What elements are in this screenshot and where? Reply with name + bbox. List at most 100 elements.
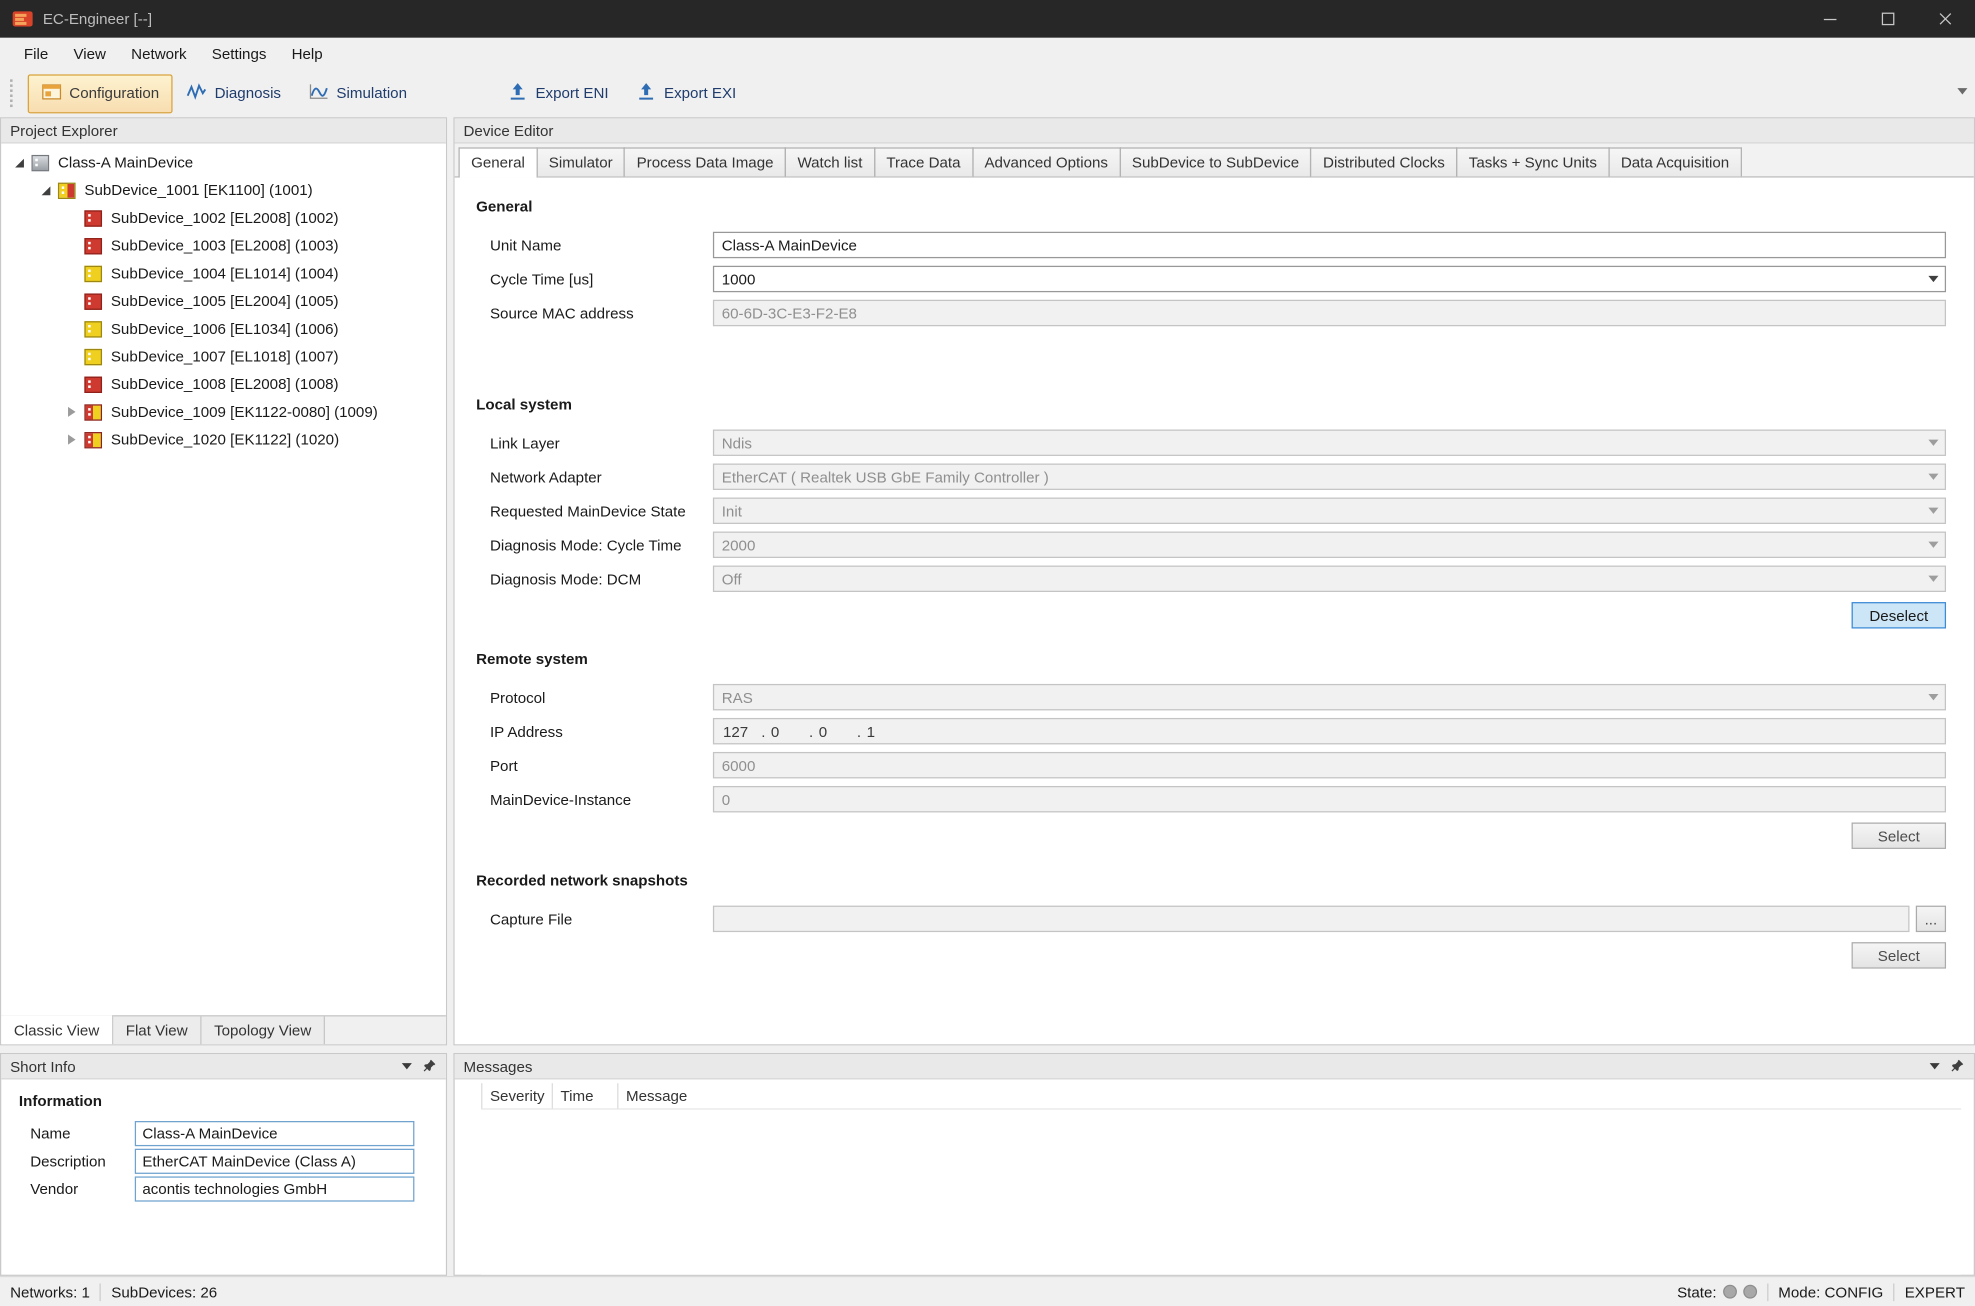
- tab-simulator[interactable]: Simulator: [536, 147, 625, 176]
- ip-separator: .: [756, 722, 771, 740]
- tab-classic-view[interactable]: Classic View: [1, 1015, 113, 1044]
- window-controls: [1801, 0, 1975, 38]
- diag-dcm-dropdown: Off: [713, 566, 1946, 592]
- port-input: [713, 752, 1946, 778]
- tree-item-subdevice-1008[interactable]: SubDevice_1008 [EL2008] (1008): [1, 370, 446, 398]
- source-mac-row: Source MAC address: [476, 296, 1946, 330]
- tree-item-subdevice-1005[interactable]: SubDevice_1005 [EL2004] (1005): [1, 287, 446, 315]
- ip-octet-1: 127: [723, 722, 756, 740]
- messages-header: Messages: [455, 1054, 1974, 1079]
- column-time[interactable]: Time: [553, 1083, 618, 1108]
- menu-bar: File View Network Settings Help: [0, 38, 1975, 69]
- requested-state-row: Requested MainDevice State Init: [476, 494, 1946, 528]
- link-layer-row: Link Layer Ndis: [476, 426, 1946, 460]
- mode-indicator: Mode: CONFIG: [1778, 1283, 1883, 1301]
- requested-state-dropdown: Init: [713, 498, 1946, 524]
- menu-network[interactable]: Network: [119, 38, 200, 69]
- diagnosis-label: Diagnosis: [215, 84, 281, 102]
- expander-spacer: [62, 346, 82, 366]
- tree-item-maindevice[interactable]: Class-A MainDevice: [1, 149, 446, 177]
- toolbar-grip[interactable]: [10, 79, 15, 107]
- cycle-time-dropdown[interactable]: 1000: [713, 266, 1946, 292]
- remote-select-button[interactable]: Select: [1852, 822, 1946, 848]
- tree-item-subdevice-1004[interactable]: SubDevice_1004 [EL1014] (1004): [1, 259, 446, 287]
- pin-icon[interactable]: [1951, 1057, 1965, 1075]
- tree-item-subdevice-1002[interactable]: SubDevice_1002 [EL2008] (1002): [1, 204, 446, 232]
- configuration-button[interactable]: Configuration: [28, 74, 173, 113]
- horizontal-splitter[interactable]: [0, 1045, 447, 1053]
- expert-indicator: EXPERT: [1905, 1283, 1965, 1301]
- tab-topology-view[interactable]: Topology View: [201, 1016, 325, 1044]
- tree-item-subdevice-1006[interactable]: SubDevice_1006 [EL1034] (1006): [1, 315, 446, 343]
- chevron-down-icon: [1928, 542, 1938, 548]
- tab-trace-data[interactable]: Trace Data: [874, 147, 973, 176]
- tab-flat-view[interactable]: Flat View: [113, 1016, 201, 1044]
- close-button[interactable]: [1917, 0, 1975, 38]
- tab-process-data-image[interactable]: Process Data Image: [624, 147, 786, 176]
- vendor-input[interactable]: [135, 1176, 415, 1201]
- unit-name-row: Unit Name: [476, 228, 1946, 262]
- tree-item-label: SubDevice_1001 [EK1100] (1001): [83, 181, 313, 199]
- tree-item-subdevice-1001[interactable]: SubDevice_1001 [EK1100] (1001): [1, 176, 446, 204]
- right-column: Device Editor General Simulator Process …: [453, 117, 1975, 1276]
- chevron-down-icon[interactable]: [402, 1063, 412, 1069]
- menu-view[interactable]: View: [61, 38, 119, 69]
- tree-item-subdevice-1007[interactable]: SubDevice_1007 [EL1018] (1007): [1, 343, 446, 371]
- title-bar: EC-Engineer [--]: [0, 0, 1975, 38]
- tab-general[interactable]: General: [458, 147, 537, 177]
- export-eni-button[interactable]: Export ENI: [494, 74, 623, 113]
- expander-icon[interactable]: [9, 152, 29, 172]
- tab-data-acquisition[interactable]: Data Acquisition: [1608, 147, 1742, 176]
- tab-tasks-sync-units[interactable]: Tasks + Sync Units: [1456, 147, 1609, 176]
- chevron-down-icon[interactable]: [1930, 1063, 1940, 1069]
- description-label: Description: [19, 1153, 135, 1171]
- description-input[interactable]: [135, 1149, 415, 1174]
- menu-file[interactable]: File: [11, 38, 61, 69]
- expander-icon[interactable]: [62, 402, 82, 422]
- expander-spacer: [62, 236, 82, 256]
- input-module-icon: [84, 348, 102, 364]
- tab-distributed-clocks[interactable]: Distributed Clocks: [1310, 147, 1457, 176]
- expander-icon[interactable]: [35, 180, 55, 200]
- deselect-button[interactable]: Deselect: [1852, 602, 1946, 628]
- device-editor-header: Device Editor: [455, 118, 1974, 143]
- cycle-time-row: Cycle Time [us] 1000: [476, 262, 1946, 296]
- pin-icon[interactable]: [423, 1057, 437, 1075]
- snapshot-select-button[interactable]: Select: [1852, 942, 1946, 968]
- menu-settings[interactable]: Settings: [199, 38, 279, 69]
- input-module-icon: [84, 265, 102, 281]
- tree-item-subdevice-1009[interactable]: SubDevice_1009 [EK1122-0080] (1009): [1, 398, 446, 426]
- maindevice-instance-label: MainDevice-Instance: [476, 790, 713, 808]
- tree-item-subdevice-1003[interactable]: SubDevice_1003 [EL2008] (1003): [1, 232, 446, 260]
- maximize-button[interactable]: [1859, 0, 1917, 38]
- column-severity[interactable]: Severity: [481, 1083, 553, 1108]
- column-message[interactable]: Message: [618, 1083, 1961, 1108]
- messages-body: [481, 1110, 1961, 1275]
- tab-advanced-options[interactable]: Advanced Options: [972, 147, 1121, 176]
- menu-help[interactable]: Help: [279, 38, 335, 69]
- protocol-label: Protocol: [476, 688, 713, 706]
- name-input[interactable]: [135, 1121, 415, 1146]
- browse-button[interactable]: ...: [1916, 906, 1946, 932]
- ip-address-input: 127 . 0 . 0 . 1: [713, 718, 1946, 744]
- app-icon: [13, 10, 33, 28]
- tree-item-label: SubDevice_1008 [EL2008] (1008): [110, 375, 339, 393]
- toolbar-overflow-icon[interactable]: [1957, 88, 1967, 94]
- tree-item-label: SubDevice_1003 [EL2008] (1003): [110, 237, 339, 255]
- unit-name-input[interactable]: [713, 232, 1946, 258]
- output-module-icon: [84, 293, 102, 309]
- horizontal-splitter[interactable]: [453, 1045, 1975, 1053]
- tab-subdevice-to-subdevice[interactable]: SubDevice to SubDevice: [1119, 147, 1311, 176]
- coupler-module-icon: [58, 182, 76, 198]
- export-exi-button[interactable]: Export EXI: [622, 74, 750, 113]
- chevron-down-icon: [1928, 276, 1938, 282]
- network-adapter-value: EtherCAT ( Realtek USB GbE Family Contro…: [722, 468, 1929, 486]
- export-icon: [636, 81, 656, 105]
- expander-icon[interactable]: [62, 430, 82, 450]
- tree-item-subdevice-1020[interactable]: SubDevice_1020 [EK1122] (1020): [1, 426, 446, 454]
- tab-watch-list[interactable]: Watch list: [785, 147, 875, 176]
- minimize-button[interactable]: [1801, 0, 1859, 38]
- messages-title: Messages: [464, 1057, 533, 1075]
- diagnosis-button[interactable]: Diagnosis: [173, 74, 295, 113]
- simulation-button[interactable]: Simulation: [295, 74, 421, 113]
